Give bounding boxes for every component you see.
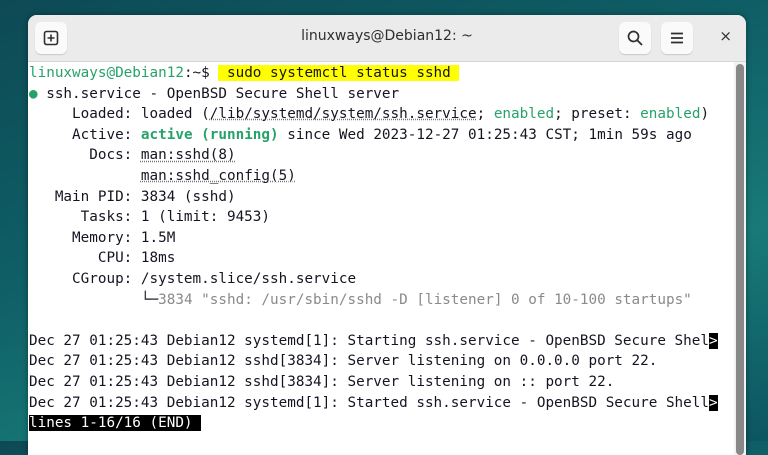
terminal-text: ;: [476, 106, 494, 123]
terminal-text: Dec 27 01:25:43 Debian12 systemd[1]: Sta…: [29, 332, 709, 349]
output-line: Loaded: loaded (/lib/systemd/system/ssh.…: [28, 104, 734, 125]
terminal-text: ; preset:: [554, 106, 641, 123]
terminal-text: man:sshd(8): [140, 147, 236, 164]
terminal-text: /lib/systemd/system/ssh.service: [209, 106, 477, 123]
terminal-text: active (running): [140, 126, 279, 143]
terminal-text: enabled: [493, 106, 555, 123]
terminal-text: Dec 27 01:25:43 Debian12 sshd[3834]: Ser…: [29, 373, 615, 390]
terminal-text: >: [709, 394, 718, 411]
terminal-text: Dec 27 01:25:43 Debian12 systemd[1]: Sta…: [29, 394, 709, 411]
terminal-text: >: [709, 332, 718, 349]
close-button[interactable]: ×: [719, 27, 732, 45]
output-line: Dec 27 01:25:43 Debian12 sshd[3834]: Ser…: [28, 351, 734, 372]
terminal-text: 3834 "sshd: /usr/sbin/sshd -D [listener]…: [158, 291, 692, 308]
output-line: CGroup: /system.slice/ssh.service: [28, 269, 734, 290]
terminal-text: Loaded: loaded (: [29, 106, 210, 123]
output-line: Dec 27 01:25:43 Debian12 systemd[1]: Sta…: [28, 331, 734, 352]
output-line: CPU: 18ms: [28, 248, 734, 269]
terminal-text: CPU: 18ms: [29, 250, 176, 267]
terminal-text: Tasks: 1 (limit: 9453): [29, 209, 271, 226]
output-line: Main PID: 3834 (sshd): [28, 187, 734, 208]
terminal-text: man:sshd_config(5): [140, 167, 296, 184]
search-icon: [627, 30, 643, 46]
hamburger-menu-icon: [671, 32, 683, 44]
terminal-text: linuxways@Debian12: [29, 65, 184, 81]
pager-status-line: lines 1-16/16 (END): [28, 413, 734, 434]
terminal-text: ssh.service - OpenBSD Secure Shell serve…: [37, 85, 400, 102]
search-button[interactable]: [619, 22, 651, 54]
terminal-text: since Wed 2023-12-27 01:25:43 CST; 1min …: [278, 126, 692, 143]
terminal-text: Docs:: [29, 147, 141, 164]
terminal-output[interactable]: linuxways@Debian12:~$ sudo systemctl sta…: [28, 62, 734, 455]
terminal-text: ●: [29, 85, 38, 102]
output-line: Dec 27 01:25:43 Debian12 sshd[3834]: Ser…: [28, 372, 734, 393]
output-line: Memory: 1.5M: [28, 228, 734, 249]
output-line: ● ssh.service - OpenBSD Secure Shell ser…: [28, 84, 734, 105]
terminal-text: sudo systemctl status sshd: [218, 65, 460, 81]
terminal-text: ): [700, 106, 710, 123]
terminal-text: Dec 27 01:25:43 Debian12 sshd[3834]: Ser…: [29, 353, 658, 370]
output-line: └─3834 "sshd: /usr/sbin/sshd -D [listene…: [28, 290, 734, 311]
close-icon: ×: [719, 27, 732, 45]
terminal-window: linuxways@Debian12: ~ × linuxways@Debian…: [28, 15, 746, 455]
terminal-text: [192, 415, 202, 432]
output-line: Docs: man:sshd(8): [28, 145, 734, 166]
output-line: man:sshd_config(5): [28, 166, 734, 187]
terminal-text: └─: [29, 291, 159, 308]
terminal-text: Active:: [29, 126, 141, 143]
output-line: Active: active (running) since Wed 2023-…: [28, 125, 734, 146]
command-prompt-line: linuxways@Debian12:~$ sudo systemctl sta…: [28, 63, 734, 84]
output-line: Dec 27 01:25:43 Debian12 systemd[1]: Sta…: [28, 393, 734, 414]
title-bar: linuxways@Debian12: ~ ×: [28, 15, 746, 62]
output-line: Tasks: 1 (limit: 9453): [28, 207, 734, 228]
scrollbar-thumb[interactable]: [736, 64, 744, 455]
menu-button[interactable]: [661, 22, 693, 54]
terminal-text: Memory: 1.5M: [29, 229, 176, 246]
terminal-text: enabled: [640, 106, 701, 123]
terminal-text: CGroup: /system.slice/ssh.service: [29, 270, 357, 287]
terminal-text: Main PID: 3834 (sshd): [29, 188, 236, 205]
terminal-text: lines 1-16/16 (END): [29, 415, 193, 432]
terminal-text: :~$: [183, 65, 219, 81]
